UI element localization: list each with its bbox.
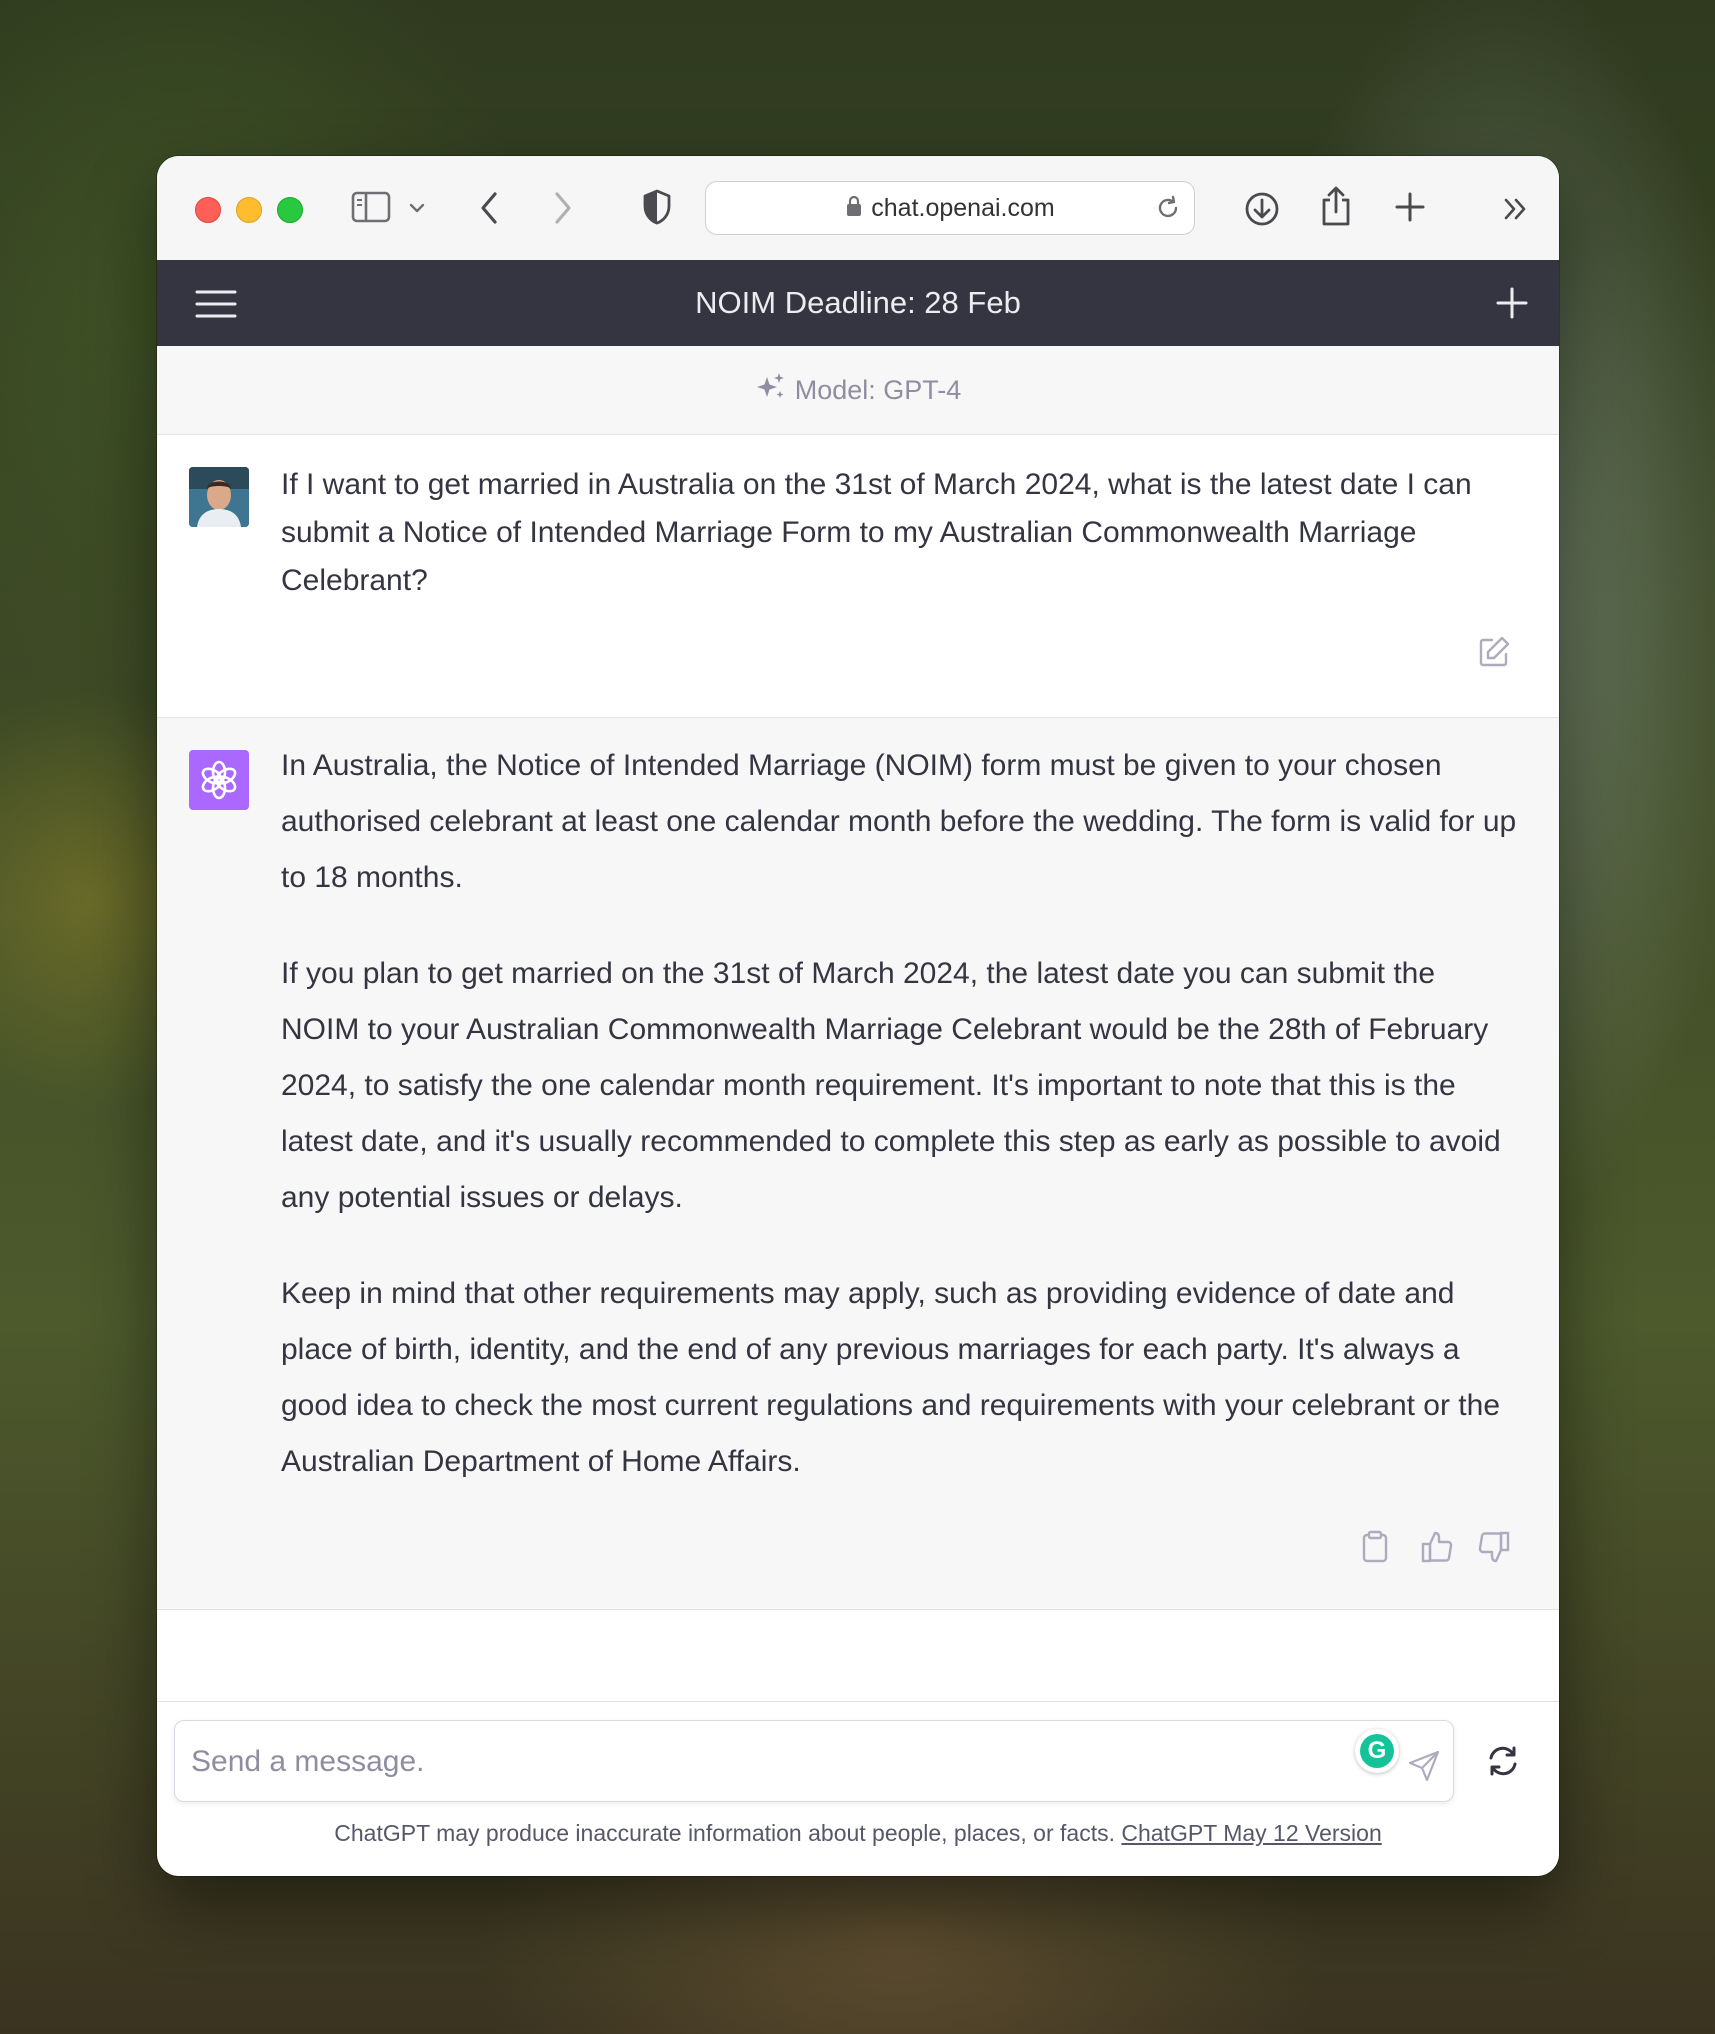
forward-icon[interactable] [549, 190, 575, 226]
browser-toolbar: chat.openai.com [157, 156, 1559, 261]
shield-icon[interactable] [641, 188, 673, 226]
grammarly-letter: G [1360, 1734, 1394, 1768]
lock-icon [845, 195, 863, 222]
user-message-text: If I want to get married in Australia on… [281, 468, 1472, 597]
share-icon[interactable] [1318, 184, 1354, 228]
browser-window: chat.openai.com NOIM Deadline: 28 Feb Mo… [157, 156, 1559, 1876]
disclaimer-text: ChatGPT may produce inaccurate informati… [334, 1820, 1115, 1846]
url-text: chat.openai.com [871, 193, 1055, 222]
conversation-title: NOIM Deadline: 28 Feb [695, 285, 1021, 320]
close-window-button[interactable] [195, 197, 221, 223]
zoom-window-button[interactable] [277, 197, 303, 223]
assistant-paragraph: If you plan to get married on the 31st o… [281, 957, 1501, 1214]
new-chat-plus-icon[interactable] [1495, 286, 1529, 325]
regenerate-icon[interactable] [1485, 1744, 1521, 1783]
composer-area: G ChatGPT may produce inaccurate informa… [157, 1701, 1559, 1876]
send-icon[interactable] [1407, 1749, 1441, 1788]
hamburger-icon[interactable] [195, 288, 237, 325]
reload-icon[interactable] [1154, 194, 1182, 227]
user-message: If I want to get married in Australia on… [157, 435, 1559, 718]
message-input[interactable] [189, 1737, 1293, 1787]
sidebar-icon[interactable] [351, 190, 391, 224]
new-tab-icon[interactable] [1393, 190, 1427, 224]
address-bar[interactable]: chat.openai.com [705, 181, 1195, 235]
app-header: NOIM Deadline: 28 Feb [157, 260, 1559, 346]
assistant-message: In Australia, the Notice of Intended Mar… [157, 718, 1559, 1610]
back-icon[interactable] [477, 190, 503, 226]
chevron-down-icon[interactable] [407, 198, 427, 218]
thumbs-down-icon[interactable] [1477, 1530, 1511, 1569]
copy-icon[interactable] [1359, 1530, 1391, 1569]
version-link[interactable]: ChatGPT May 12 Version [1121, 1820, 1381, 1846]
assistant-paragraph: In Australia, the Notice of Intended Mar… [281, 749, 1517, 894]
model-label: Model: GPT-4 [794, 374, 962, 405]
edit-icon[interactable] [1477, 635, 1511, 674]
sparkle-icon [755, 371, 795, 410]
minimize-window-button[interactable] [236, 197, 262, 223]
thumbs-up-icon[interactable] [1420, 1530, 1454, 1569]
model-indicator: Model: GPT-4 [157, 346, 1559, 435]
download-icon[interactable] [1243, 190, 1281, 228]
user-avatar [189, 467, 249, 527]
more-icon[interactable] [1501, 194, 1531, 224]
disclaimer: ChatGPT may produce inaccurate informati… [157, 1820, 1559, 1847]
message-input-box[interactable]: G [174, 1720, 1454, 1802]
grammarly-icon[interactable]: G [1355, 1729, 1399, 1773]
openai-logo-icon [189, 750, 249, 810]
assistant-message-text: In Australia, the Notice of Intended Mar… [281, 738, 1521, 1530]
assistant-paragraph: Keep in mind that other requirements may… [281, 1277, 1501, 1478]
